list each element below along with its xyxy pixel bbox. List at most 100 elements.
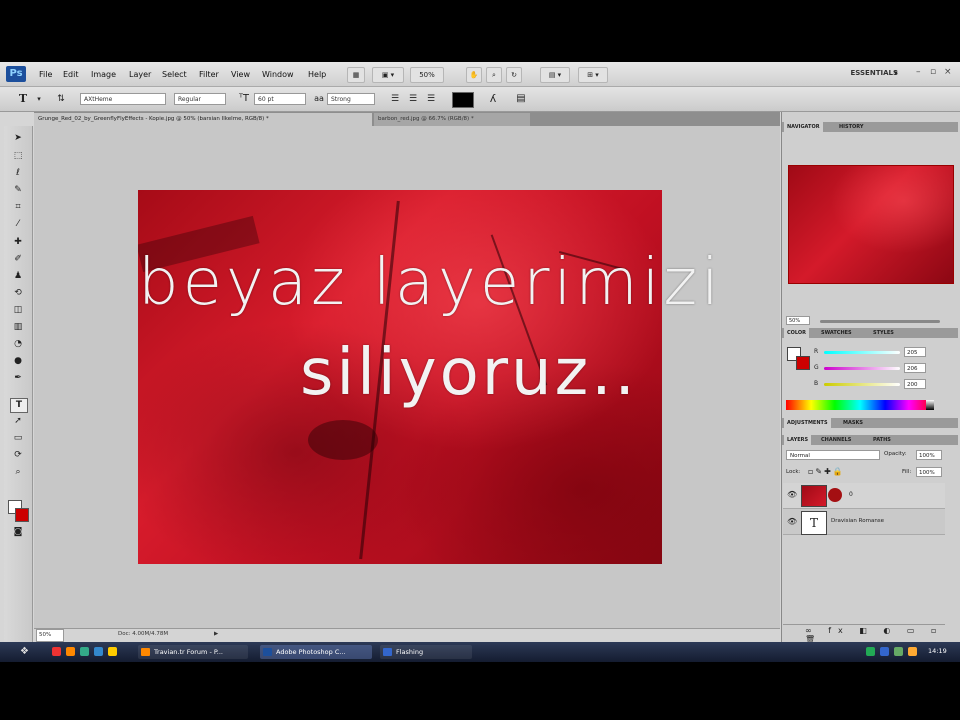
taskbar-item-flashing[interactable]: Flashing	[380, 645, 472, 659]
align-left-icon[interactable]: ☰	[388, 92, 402, 106]
layer-row[interactable]: 👁 0	[783, 483, 945, 509]
color-spectrum-bar[interactable]	[786, 400, 934, 410]
screen-mode-icon[interactable]: ⊞ ▾	[578, 67, 608, 83]
crop-tool-icon[interactable]: ⌗	[10, 201, 26, 214]
navigator-thumbnail[interactable]	[788, 165, 954, 284]
opacity-field[interactable]: 100%	[916, 450, 942, 460]
tab-color[interactable]: COLOR	[784, 328, 810, 338]
path-selection-icon[interactable]: ➚	[10, 415, 26, 428]
font-family-select[interactable]: AXtHeme	[80, 93, 166, 105]
hand-icon[interactable]: ✋	[466, 67, 482, 83]
antialias-select[interactable]: Strong	[327, 93, 375, 105]
tab-layers[interactable]: LAYERS	[784, 435, 812, 445]
start-button-icon[interactable]: ❖	[20, 646, 29, 657]
eraser-tool-icon[interactable]: ◫	[10, 304, 26, 317]
tab-navigator[interactable]: NAVIGATOR	[784, 122, 823, 132]
navigator-zoom-slider[interactable]	[820, 320, 940, 323]
history-brush-icon[interactable]: ⟲	[10, 287, 26, 300]
tray-icon[interactable]	[880, 647, 889, 656]
background-color-swatch[interactable]	[15, 508, 29, 522]
blur-tool-icon[interactable]: ◔	[10, 338, 26, 351]
close-icon[interactable]: ×	[944, 68, 953, 77]
color-background-swatch[interactable]	[796, 356, 810, 370]
folder-icon[interactable]	[108, 647, 117, 656]
tab-second-document[interactable]: barbon_red.jpg @ 66.7% (RGB/8) *	[374, 113, 530, 126]
tray-icon[interactable]	[908, 647, 917, 656]
app-icon[interactable]	[80, 647, 89, 656]
font-size-field[interactable]: 60 pt	[254, 93, 306, 105]
character-panel-icon[interactable]: ▤	[514, 92, 528, 106]
toggle-orientation-icon[interactable]: ⇅	[54, 92, 68, 106]
eye-icon[interactable]: 👁	[787, 490, 797, 499]
zoom-level[interactable]: 50%	[410, 67, 444, 83]
tab-paths[interactable]: PATHS	[870, 435, 894, 445]
menu-view[interactable]: View	[231, 70, 250, 79]
color-b-slider[interactable]	[824, 383, 900, 386]
type-tool-icon[interactable]: T	[10, 398, 28, 413]
tab-channels[interactable]: CHANNELS	[818, 435, 854, 445]
fill-field[interactable]: 100%	[916, 467, 942, 477]
app-icon[interactable]	[52, 647, 61, 656]
marquee-tool-icon[interactable]: ⬚	[10, 150, 26, 163]
workspace-chevron-icon[interactable]: ▾	[894, 69, 898, 77]
lasso-tool-icon[interactable]: ℓ	[10, 167, 26, 180]
menu-select[interactable]: Select	[162, 70, 187, 79]
taskbar-item-forum[interactable]: Travian.tr Forum - P...	[138, 645, 248, 659]
move-tool-icon[interactable]: ➤	[10, 132, 26, 145]
gradient-tool-icon[interactable]: ▥	[10, 321, 26, 334]
rotate-view-icon[interactable]: ↻	[506, 67, 522, 83]
blend-mode-select[interactable]: Normal	[786, 450, 880, 460]
quick-mask-icon[interactable]: ◙	[10, 526, 26, 539]
view-extras-icon[interactable]: ▣ ▾	[372, 67, 404, 83]
arrange-documents-icon[interactable]: ▤ ▾	[540, 67, 570, 83]
menu-window[interactable]: Window	[262, 70, 294, 79]
healing-brush-icon[interactable]: ✚	[10, 236, 26, 249]
align-center-icon[interactable]: ☰	[406, 92, 420, 106]
lock-icons[interactable]: ▫✎✚🔒	[808, 467, 845, 476]
tool-preset-chevron-icon[interactable]: ▾	[32, 92, 46, 106]
type-tool-icon[interactable]: T	[16, 92, 30, 106]
navigator-zoom-field[interactable]: 50%	[786, 316, 810, 325]
3d-rotate-icon[interactable]: ⟳	[10, 449, 26, 462]
firefox-icon[interactable]	[66, 647, 75, 656]
restore-icon[interactable]: ▫	[930, 68, 939, 77]
zoom-tool-icon[interactable]: ⌕	[10, 466, 26, 479]
eye-icon[interactable]: 👁	[787, 517, 797, 526]
menu-help[interactable]: Help	[308, 70, 326, 79]
menu-file[interactable]: File	[39, 70, 52, 79]
ie-icon[interactable]	[94, 647, 103, 656]
workspace-switcher[interactable]: ESSENTIALS	[851, 69, 899, 77]
layer-row[interactable]: 👁 T Dravisian Romanse	[783, 509, 945, 535]
color-spectrum-bw[interactable]	[926, 400, 934, 410]
menu-filter[interactable]: Filter	[199, 70, 219, 79]
text-color-swatch[interactable]	[452, 92, 474, 108]
tray-icon[interactable]	[894, 647, 903, 656]
shape-tool-icon[interactable]: ▭	[10, 432, 26, 445]
menu-edit[interactable]: Edit	[63, 70, 79, 79]
color-b-value[interactable]: 200	[904, 379, 926, 389]
tray-icon[interactable]	[866, 647, 875, 656]
eyedropper-tool-icon[interactable]: ⁄	[10, 218, 26, 231]
pen-tool-icon[interactable]: ✒	[10, 372, 26, 385]
color-r-slider[interactable]	[824, 351, 900, 354]
warp-text-icon[interactable]: ʎ	[486, 92, 500, 106]
taskbar-item-photoshop[interactable]: Adobe Photoshop C...	[260, 645, 372, 659]
minimize-icon[interactable]: –	[916, 68, 925, 77]
tab-active-document[interactable]: Grunge_Red_02_by_GreenflyFlyEffects - Ko…	[34, 113, 372, 126]
tab-swatches[interactable]: SWATCHES	[818, 328, 855, 338]
color-g-value[interactable]: 206	[904, 363, 926, 373]
tab-masks[interactable]: MASKS	[840, 418, 866, 428]
menu-layer[interactable]: Layer	[129, 70, 151, 79]
tab-adjustments[interactable]: ADJUSTMENTS	[784, 418, 831, 428]
brush-tool-icon[interactable]: ✐	[10, 253, 26, 266]
align-right-icon[interactable]: ☰	[424, 92, 438, 106]
quick-selection-icon[interactable]: ✎	[10, 184, 26, 197]
menu-image[interactable]: Image	[91, 70, 116, 79]
color-r-value[interactable]: 205	[904, 347, 926, 357]
status-arrow-icon[interactable]: ▶	[214, 629, 218, 640]
tab-history[interactable]: HISTORY	[836, 122, 867, 132]
dodge-tool-icon[interactable]: ●	[10, 355, 26, 368]
tab-styles[interactable]: STYLES	[870, 328, 897, 338]
zoom-icon[interactable]: ⌕	[486, 67, 502, 83]
bridge-icon[interactable]: ▦	[347, 67, 365, 83]
